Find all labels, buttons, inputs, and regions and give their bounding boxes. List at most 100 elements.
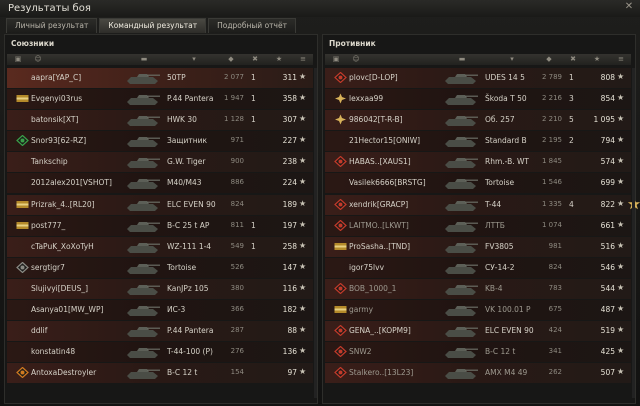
table-row[interactable]: plovc[D-LOP] UDES 14 5 2 789 1 808 ★ (325, 68, 631, 88)
xp-star-icon: ★ (299, 282, 307, 292)
close-icon[interactable]: ✕ (624, 2, 634, 12)
xp-star-icon: ★ (299, 325, 307, 335)
damage-header-icon[interactable]: ◆ (223, 55, 239, 64)
player-name: Prizrak_4..[RL20] (31, 199, 95, 209)
vehicle-name: Rhm.-B. WT (485, 157, 530, 167)
tab-detailed-report[interactable]: Подробный отчёт (208, 18, 296, 33)
table-row[interactable]: GENA_..[KOPM9] ELC EVEN 90 424 519 ★ (325, 321, 631, 342)
player-name: HABAS..[XAUS1] (349, 157, 411, 167)
vehicle-name: Tortoise (167, 262, 197, 272)
xp-header-icon[interactable]: ★ (273, 55, 285, 64)
vehicle-name: СУ-14-2 (485, 262, 515, 272)
vehicle-name: KanJPz 105 (167, 283, 209, 293)
sort-arrow-icon[interactable]: ▾ (189, 55, 199, 64)
xp-value: 311 (282, 73, 297, 82)
rank-badge-icon (16, 93, 29, 104)
player-name: BOB_1000_1 (349, 283, 397, 293)
tank-icon (125, 113, 161, 127)
xp-star-icon: ★ (299, 367, 307, 377)
damage-value: 1 546 (541, 178, 562, 187)
xp-value: 197 (282, 220, 297, 230)
player-header-icon[interactable]: ☺ (31, 55, 45, 64)
table-row[interactable]: post777_ B-C 25 t AP 811 1 197 ★ (7, 215, 313, 236)
table-row[interactable]: cTaPuK_XoXoTyH WZ-111 1-4 549 1 258 ★ (7, 236, 313, 257)
rank-badge-icon (334, 304, 347, 315)
table-row[interactable]: ddlif P.44 Pantera 287 88 ★ (7, 321, 313, 342)
player-name: cTaPuK_XoXoTyH (31, 241, 94, 251)
tab-personal-result[interactable]: Личный результат (6, 18, 98, 33)
table-row[interactable]: konstatin48 T-44-100 (P) 276 136 ★ (7, 342, 313, 363)
enemies-scrollbar[interactable] (632, 68, 635, 398)
player-name: batonsik[XT] (31, 115, 79, 125)
vehicle-header-icon[interactable]: ▬ (135, 55, 153, 64)
vehicle-name: B-C 25 t AP (167, 220, 210, 230)
rank-badge-icon (334, 367, 347, 379)
tank-icon (443, 303, 479, 317)
table-row[interactable]: garmy VK 100.01 P 675 487 ★ (325, 300, 631, 321)
kills-header-icon[interactable]: ✖ (567, 55, 579, 64)
sort-arrow-icon[interactable]: ▾ (507, 55, 517, 64)
rank-badge-icon (334, 241, 347, 252)
table-row[interactable]: aapra[YAP_C] 50TP 2 077 1 311 ★ (7, 68, 313, 88)
kills-header-icon[interactable]: ✖ (249, 55, 261, 64)
xp-star-icon: ★ (299, 114, 307, 124)
damage-value: 2 195 (541, 136, 562, 145)
table-row[interactable]: Asanya01[MW_WP] ИС-3 366 182 ★ (7, 300, 313, 321)
xp-value: 822 (600, 199, 615, 209)
damage-header-icon[interactable]: ◆ (541, 55, 557, 64)
player-header-icon[interactable]: ☺ (349, 55, 363, 64)
damage-value: 811 (230, 220, 244, 229)
table-row[interactable]: Stalkero..[13L23] AMX M4 49 262 507 ★ (325, 363, 631, 384)
tank-icon (125, 198, 161, 212)
xp-header-icon[interactable]: ★ (591, 55, 603, 64)
table-row[interactable]: BOB_1000_1 KB-4 783 544 ★ (325, 278, 631, 299)
tab-strip: Личный результат Командный результат Под… (6, 18, 298, 33)
xp-star-icon: ★ (617, 367, 625, 377)
table-row[interactable]: batonsik[XT] HWK 30 1 128 1 307 ★ (7, 110, 313, 131)
kills-value: 2 (569, 136, 574, 146)
platoon-header-icon[interactable]: ▣ (331, 55, 341, 64)
table-row[interactable]: igor75lvv СУ-14-2 824 546 ★ (325, 257, 631, 278)
xp-star-icon: ★ (617, 282, 625, 292)
table-row[interactable]: xendrik[GRACP] T-44 1 335 4 822 ★ (325, 194, 640, 215)
rank-badge-icon (16, 220, 29, 231)
rank-badge-icon (334, 198, 347, 210)
xp-value: 116 (282, 283, 297, 293)
xp-value: 224 (282, 178, 297, 188)
player-name: Slujivyi[DEUS_] (31, 283, 89, 293)
table-row[interactable]: 2012alex201[VSHOT] M40/M43 886 224 ★ (7, 173, 313, 194)
tab-team-result[interactable]: Командный результат (99, 18, 207, 33)
medal-header-icon[interactable]: ≡ (615, 55, 627, 64)
xp-star-icon: ★ (617, 114, 625, 124)
table-row[interactable]: 986042[T-R-B] Об. 257 2 210 5 1 095 ★ (325, 110, 631, 131)
table-row[interactable]: Vasilek6666[BRSTG] Tortoise 1 546 699 ★ (325, 173, 631, 194)
table-row[interactable]: Slujivyi[DEUS_] KanJPz 105 380 116 ★ (7, 278, 313, 299)
player-name: Stalkero..[13L23] (349, 368, 414, 378)
table-row[interactable]: Evgenyi03rus P.44 Pantera 1 947 1 358 ★ (7, 89, 313, 110)
table-row[interactable]: 21Hector15[ONIW] Standard B 2 195 2 794 ★ (325, 131, 631, 152)
table-row[interactable]: Prizrak_4..[RL20] ELC EVEN 90 824 189 ★ (7, 194, 313, 215)
table-row[interactable]: HABAS..[XAUS1] Rhm.-B. WT 1 845 574 ★ (325, 152, 631, 173)
xp-star-icon: ★ (617, 156, 625, 166)
table-row[interactable]: Snor93[62-RZ] Защитник 971 227 ★ (7, 131, 313, 152)
table-row[interactable]: AntoxaDestroyler B-C 12 t 154 97 ★ (7, 363, 313, 384)
damage-value: 526 (230, 262, 244, 271)
rank-badge-icon (334, 345, 347, 358)
platoon-header-icon[interactable]: ▣ (13, 55, 23, 64)
table-row[interactable]: sergtigr7 Tortoise 526 147 ★ (7, 257, 313, 278)
table-row[interactable]: ProSasha..[TND] FV3805 981 516 ★ (325, 236, 631, 257)
allies-scrollbar[interactable] (314, 68, 317, 398)
xp-value: 358 (282, 94, 297, 104)
rank-badge-icon (334, 93, 347, 104)
table-row[interactable]: lexxaa99 Škoda T 50 2 216 3 854 ★ (325, 89, 631, 110)
vehicle-name: WZ-111 1-4 (167, 241, 212, 251)
medal-header-icon[interactable]: ≡ (297, 55, 309, 64)
xp-value: 519 (600, 326, 615, 336)
table-row[interactable]: Tankschip G.W. Tiger 900 238 ★ (7, 152, 313, 173)
table-row[interactable]: SNW2 B-C 12 t 341 425 ★ (325, 342, 631, 363)
rank-badge-icon (16, 261, 29, 274)
vehicle-name: ЛТТБ (485, 220, 505, 230)
vehicle-name: FV3805 (485, 241, 514, 251)
table-row[interactable]: LAITMO..[LKWT] ЛТТБ 1 074 661 ★ (325, 215, 631, 236)
vehicle-header-icon[interactable]: ▬ (453, 55, 471, 64)
